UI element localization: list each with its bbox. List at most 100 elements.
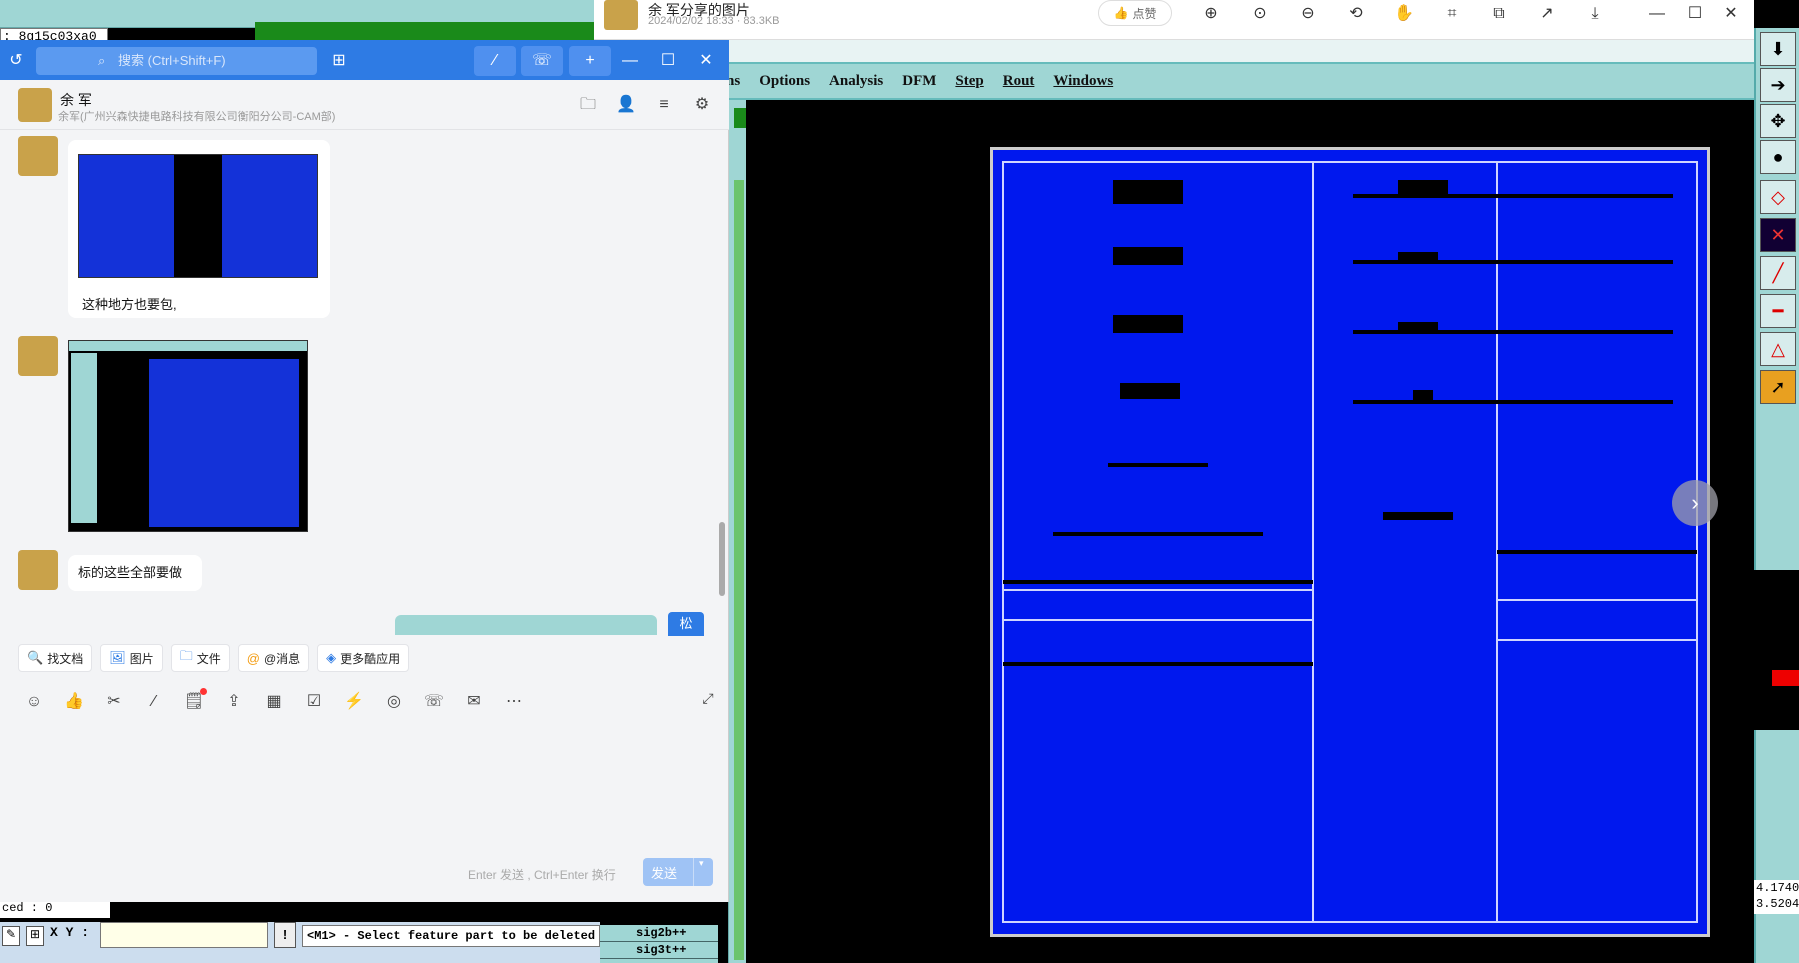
search-input[interactable]: ⌕ 搜索 (Ctrl+Shift+F) — [36, 47, 317, 75]
pcb-board[interactable] — [990, 147, 1710, 937]
cam-scrollbar[interactable] — [734, 180, 744, 960]
send-button[interactable]: 发送 ▾ — [643, 858, 713, 886]
layer-item[interactable]: sig2b++ — [600, 925, 718, 942]
message-text[interactable]: 标的这些全部要做 — [68, 555, 202, 591]
move-layer-icon[interactable]: ➔ — [1760, 68, 1796, 102]
more-apps-button[interactable]: ◈ 更多酷应用 — [317, 644, 410, 672]
share-icon[interactable]: ↗ — [1536, 3, 1558, 25]
settings-gear-icon[interactable]: ⚙ — [691, 94, 713, 116]
zoom-out-icon[interactable]: ⊖ — [1297, 3, 1319, 25]
hand-icon[interactable]: ✋ — [1393, 3, 1415, 25]
next-image-button[interactable]: › — [1672, 480, 1718, 526]
delete-feature-icon[interactable]: ✕ — [1760, 218, 1796, 252]
at-message-button[interactable]: @ @消息 — [237, 644, 310, 672]
edit-icon[interactable]: ✎ — [2, 926, 20, 946]
measure-icon[interactable]: ● — [1760, 140, 1796, 174]
menu-rout[interactable]: Rout — [1003, 73, 1035, 90]
download-icon[interactable]: ⤓ — [1584, 3, 1606, 25]
horizontal-line-icon[interactable]: ━ — [1760, 294, 1796, 328]
edit-shape-icon[interactable]: ◇ — [1760, 180, 1796, 214]
contact-org: 余军(广州兴森快捷电路科技有限公司衡阳分公司-CAM部) — [58, 111, 336, 123]
right-panel-dark — [1754, 570, 1799, 730]
more-icon[interactable]: ⋯ — [502, 690, 526, 714]
cam-window-titlebar — [600, 40, 1754, 62]
alert-button[interactable]: ! — [274, 922, 296, 948]
chip-label: 图片 — [129, 651, 154, 666]
apps-icon: ◈ — [326, 650, 337, 665]
mail-icon[interactable]: ✉ — [462, 690, 486, 714]
menu-options[interactable]: Options — [759, 73, 810, 90]
sharer-avatar — [604, 0, 638, 30]
minimize-icon[interactable]: — — [616, 47, 644, 75]
lightning-icon[interactable]: ⚡ — [342, 690, 366, 714]
draw-line-icon[interactable]: ╱ — [1760, 256, 1796, 290]
menu-dfm[interactable]: DFM — [902, 73, 936, 90]
minimize-icon[interactable]: — — [1646, 3, 1668, 25]
sender-avatar[interactable] — [18, 336, 58, 376]
slash-command-icon[interactable]: ⁄ — [142, 690, 166, 714]
message-caption: 这种地方也要包, — [82, 297, 177, 312]
chat-scrollbar-thumb[interactable] — [719, 522, 725, 596]
apps-grid-icon[interactable]: ⊞ — [325, 47, 353, 75]
file-button[interactable]: 🗀 文件 — [170, 644, 230, 672]
menu-step[interactable]: Step — [955, 73, 983, 90]
thumbnail-board — [149, 359, 299, 527]
folder-icon[interactable]: 🗀 — [577, 94, 599, 116]
image-button[interactable]: 🖼 图片 — [100, 644, 163, 672]
thumbs-up-icon[interactable]: 👍 — [62, 690, 86, 714]
expand-editor-icon[interactable]: ⤢ — [698, 690, 718, 710]
chip-label: 文件 — [196, 651, 221, 666]
shared-image-thumbnail[interactable] — [68, 340, 308, 532]
pan-icon[interactable]: ✥ — [1760, 104, 1796, 138]
sender-avatar[interactable] — [18, 550, 58, 590]
menu-analysis[interactable]: Analysis — [829, 73, 883, 90]
triangle-icon[interactable]: △ — [1760, 332, 1796, 366]
sender-avatar[interactable] — [18, 136, 58, 176]
pointer-select-icon[interactable]: ➚ — [1760, 370, 1796, 404]
scissors-icon[interactable]: ✂ — [102, 690, 126, 714]
send-label: 发送 — [651, 865, 678, 881]
search-history-icon[interactable]: ≡ — [653, 94, 675, 116]
shared-image-thumbnail[interactable] — [78, 154, 318, 278]
magic-wand-button[interactable]: ⁄ — [474, 46, 516, 76]
chip-label: 找文档 — [47, 651, 84, 666]
task-check-icon[interactable]: ☑ — [302, 690, 326, 714]
call-button[interactable]: ☏ — [521, 46, 563, 76]
history-icon[interactable]: ↺ — [2, 47, 30, 75]
contact-name: 余 军 — [60, 92, 92, 108]
self-avatar[interactable]: 松 — [668, 612, 704, 636]
message-bubble[interactable]: 这种地方也要包, — [68, 140, 330, 318]
rotate-icon[interactable]: ⟲ — [1345, 3, 1367, 25]
copy-icon[interactable]: ⧉ — [1488, 3, 1510, 25]
layer-item[interactable]: sig3t++ — [600, 942, 718, 959]
send-divider — [693, 858, 694, 886]
coordinate-readout: 4.1740 3.5204 — [1754, 880, 1799, 914]
calendar-icon[interactable]: ▦ — [262, 690, 286, 714]
quick-actions: 🔍 找文档 🖼 图片 🗀 文件 @ @消息 ◈ 更多酷应用 — [18, 644, 410, 674]
phone-icon[interactable]: ☏ — [422, 690, 446, 714]
self-image-preview[interactable] — [395, 615, 657, 635]
close-icon[interactable]: ✕ — [692, 47, 720, 75]
like-button[interactable]: 👍 点赞 — [1098, 0, 1172, 26]
grid-icon[interactable]: ⊞ — [26, 926, 44, 946]
menu-windows[interactable]: Windows — [1053, 73, 1113, 90]
find-doc-button[interactable]: 🔍 找文档 — [18, 644, 93, 672]
zoom-in-icon[interactable]: ⊕ — [1200, 3, 1222, 25]
emoji-icon[interactable]: ☺ — [22, 690, 46, 714]
close-icon[interactable]: ✕ — [1720, 3, 1742, 25]
maximize-icon[interactable]: ☐ — [1684, 3, 1706, 25]
add-member-icon[interactable]: 👤 — [615, 94, 637, 116]
xy-input[interactable] — [100, 922, 268, 948]
upload-icon[interactable]: ⇪ — [222, 690, 246, 714]
chip-label: @消息 — [263, 651, 301, 666]
voice-icon[interactable]: ◎ — [382, 690, 406, 714]
contact-avatar[interactable] — [18, 88, 52, 122]
add-button[interactable]: + — [569, 46, 611, 76]
layer-list: sig2b++ sig3t++ — [600, 925, 718, 963]
maximize-icon[interactable]: ☐ — [654, 47, 682, 75]
actual-size-icon[interactable]: ⊙ — [1249, 3, 1271, 25]
ocr-icon[interactable]: ⌗ — [1441, 3, 1463, 25]
save-layer-icon[interactable]: ⬇ — [1760, 32, 1796, 66]
chevron-down-icon[interactable]: ▾ — [699, 858, 704, 869]
thumbnail-sidebar — [71, 353, 97, 523]
